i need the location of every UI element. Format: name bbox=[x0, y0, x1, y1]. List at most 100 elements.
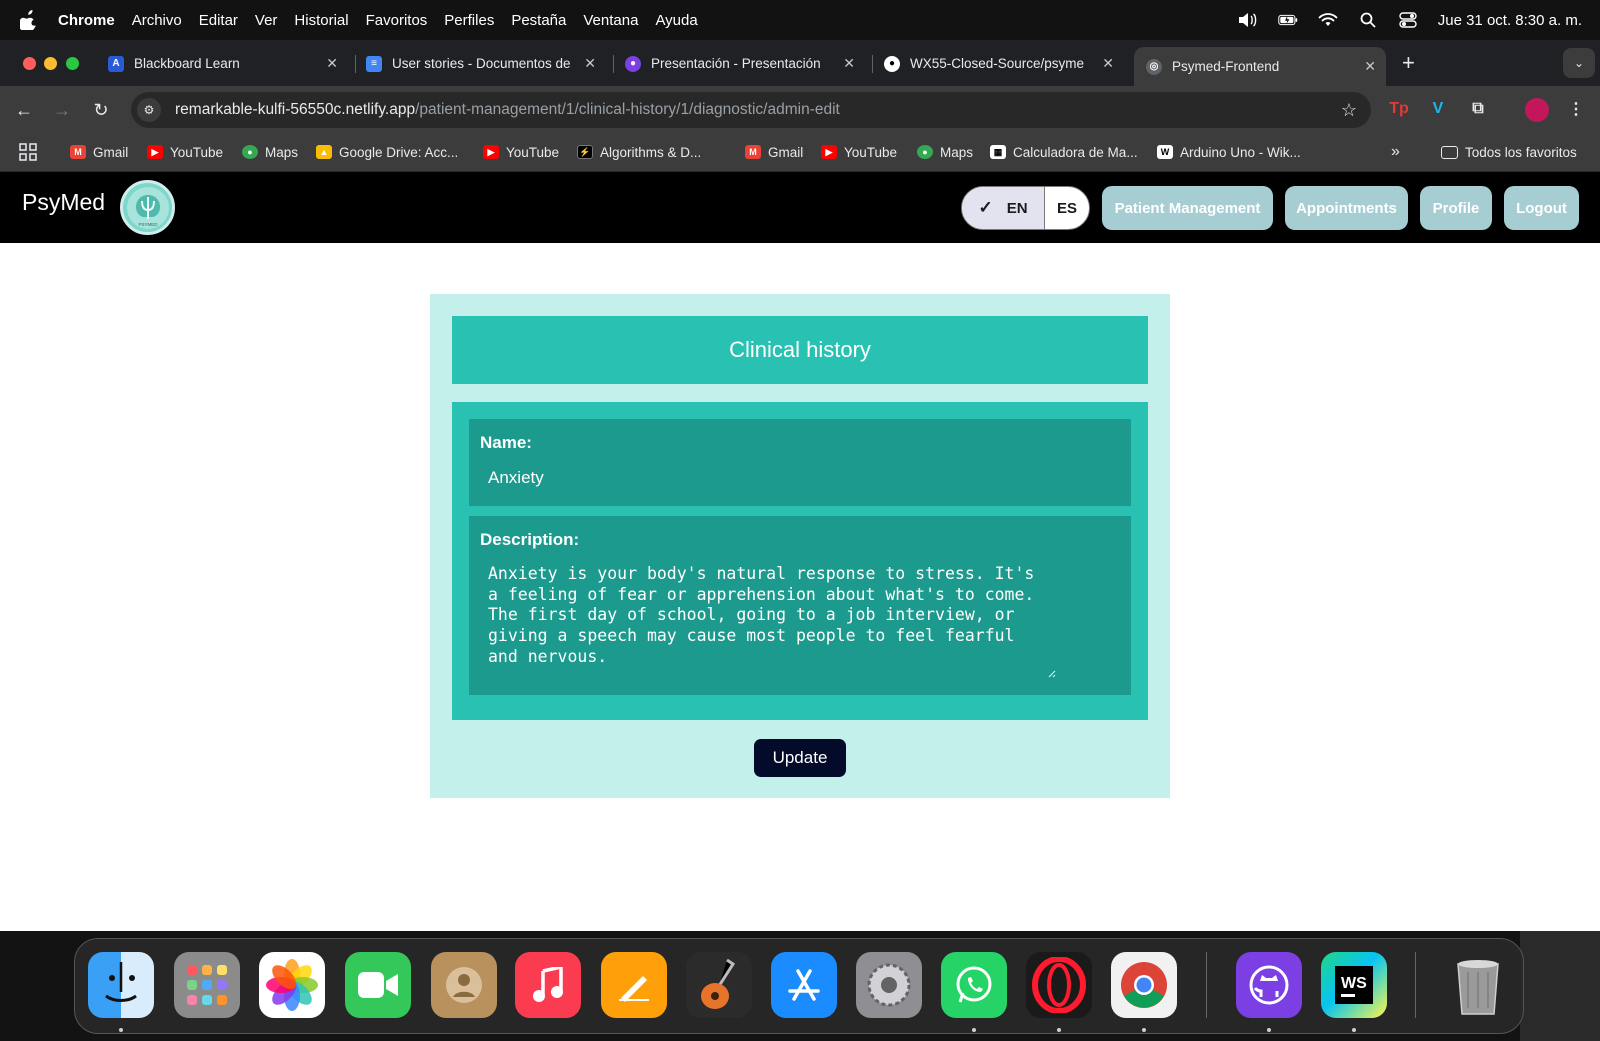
extensions-puzzle-icon[interactable]: ⧉ bbox=[1467, 98, 1489, 120]
bookmark-arduino-wiki[interactable]: W Arduino Uno - Wik... bbox=[1157, 142, 1301, 162]
clinical-history-card: Clinical history Name: Anxiety Descripti… bbox=[430, 294, 1170, 798]
site-settings-icon[interactable]: ⚙ bbox=[137, 98, 161, 122]
close-tab-icon[interactable]: ✕ bbox=[1364, 58, 1376, 75]
whatsapp-icon[interactable] bbox=[941, 952, 1007, 1018]
back-arrow-icon[interactable]: ← bbox=[10, 96, 38, 124]
battery-icon[interactable] bbox=[1278, 12, 1298, 28]
bookmark-calculadora[interactable]: ▦ Calculadora de Ma... bbox=[990, 142, 1138, 162]
bookmark-youtube[interactable]: ▶ YouTube bbox=[147, 142, 223, 162]
bookmark-youtube[interactable]: ▶ YouTube bbox=[483, 142, 559, 162]
menu-ver[interactable]: Ver bbox=[255, 12, 278, 29]
chrome-icon[interactable] bbox=[1111, 952, 1177, 1018]
tab-github-repo[interactable]: ● WX55-Closed-Source/psyme ✕ bbox=[884, 47, 1124, 80]
menu-historial[interactable]: Historial bbox=[294, 12, 348, 29]
contacts-icon[interactable] bbox=[431, 952, 497, 1018]
name-label: Name: bbox=[480, 433, 532, 452]
tab-psymed-frontend[interactable]: ◎ Psymed-Frontend ✕ bbox=[1134, 47, 1386, 86]
forward-arrow-icon[interactable]: → bbox=[48, 96, 76, 124]
menu-perfiles[interactable]: Perfiles bbox=[444, 12, 494, 29]
more-bookmarks-chevron-icon[interactable]: » bbox=[1391, 142, 1400, 162]
lang-option-es[interactable]: ES bbox=[1045, 187, 1089, 229]
close-window-icon[interactable] bbox=[23, 57, 36, 70]
wifi-icon[interactable] bbox=[1318, 12, 1338, 28]
opera-icon[interactable] bbox=[1026, 952, 1092, 1018]
bookmark-youtube[interactable]: ▶ YouTube bbox=[821, 142, 897, 162]
nav-profile-button[interactable]: Profile bbox=[1420, 186, 1492, 230]
facetime-icon[interactable] bbox=[345, 952, 411, 1018]
pages-icon[interactable] bbox=[601, 952, 667, 1018]
tab-user-stories[interactable]: ≡ User stories - Documentos de ✕ bbox=[366, 47, 606, 80]
nav-appointments-button[interactable]: Appointments bbox=[1285, 186, 1408, 230]
profile-avatar[interactable] bbox=[1525, 98, 1549, 122]
bookmark-algorithms[interactable]: ⚡ Algorithms & D... bbox=[577, 142, 701, 162]
psymed-logo[interactable]: PSYMED bbox=[120, 180, 175, 235]
trash-icon[interactable] bbox=[1445, 952, 1511, 1018]
apple-icon[interactable] bbox=[20, 10, 38, 30]
close-tab-icon[interactable]: ✕ bbox=[1102, 55, 1114, 72]
music-icon[interactable] bbox=[515, 952, 581, 1018]
launchpad-icon[interactable] bbox=[174, 952, 240, 1018]
address-bar[interactable]: ⚙ remarkable-kulfi-56550c.netlify.app/pa… bbox=[131, 92, 1371, 128]
clinical-history-title: Clinical history bbox=[452, 316, 1148, 384]
app-store-icon[interactable] bbox=[771, 952, 837, 1018]
youtube-icon: ▶ bbox=[147, 145, 163, 159]
address-url[interactable]: remarkable-kulfi-56550c.netlify.app/pati… bbox=[175, 101, 840, 119]
close-tab-icon[interactable]: ✕ bbox=[326, 55, 338, 72]
github-desktop-icon[interactable] bbox=[1236, 952, 1302, 1018]
apps-grid-icon[interactable] bbox=[19, 142, 37, 162]
menu-ventana[interactable]: Ventana bbox=[583, 12, 638, 29]
tp-extension-icon[interactable]: Tp bbox=[1388, 98, 1410, 120]
tab-blackboard[interactable]: A Blackboard Learn ✕ bbox=[108, 47, 348, 80]
name-input[interactable]: Anxiety bbox=[488, 468, 544, 488]
all-bookmarks-folder[interactable]: Todos los favoritos bbox=[1441, 142, 1577, 162]
webstorm-icon[interactable]: WS bbox=[1321, 952, 1387, 1018]
nav-logout-button[interactable]: Logout bbox=[1504, 186, 1579, 230]
nav-patient-management-button[interactable]: Patient Management bbox=[1102, 186, 1273, 230]
browser-menu-icon[interactable]: ⋮ bbox=[1565, 98, 1587, 120]
algorithms-icon: ⚡ bbox=[577, 145, 593, 159]
menubar-datetime[interactable]: Jue 31 oct. 8:30 a. m. bbox=[1438, 12, 1582, 29]
description-textarea[interactable]: Anxiety is your body's natural response … bbox=[488, 564, 1048, 668]
menu-editar[interactable]: Editar bbox=[199, 12, 238, 29]
spotlight-search-icon[interactable] bbox=[1358, 12, 1378, 28]
tab-presentacion[interactable]: ● Presentación - Presentación ✕ bbox=[625, 47, 865, 80]
maps-icon: ● bbox=[917, 145, 933, 159]
menu-archivo[interactable]: Archivo bbox=[132, 12, 182, 29]
bookmark-gmail[interactable]: M Gmail bbox=[745, 142, 803, 162]
running-indicator bbox=[1352, 1028, 1356, 1032]
bookmark-maps[interactable]: ● Maps bbox=[242, 142, 298, 162]
update-button[interactable]: Update bbox=[754, 739, 846, 777]
menu-ayuda[interactable]: Ayuda bbox=[655, 12, 697, 29]
description-label: Description: bbox=[480, 530, 580, 549]
system-settings-icon[interactable] bbox=[856, 952, 922, 1018]
bookmark-maps[interactable]: ● Maps bbox=[917, 142, 973, 162]
control-center-icon[interactable] bbox=[1398, 12, 1418, 28]
close-tab-icon[interactable]: ✕ bbox=[843, 55, 855, 72]
tab-search-chevron-icon[interactable]: ⌄ bbox=[1563, 48, 1595, 78]
bookmark-google-drive[interactable]: ▲ Google Drive: Acc... bbox=[316, 142, 458, 162]
resize-handle-icon[interactable] bbox=[1046, 668, 1056, 678]
brand-name[interactable]: PsyMed bbox=[22, 189, 105, 216]
menu-pestana[interactable]: Pestaña bbox=[511, 12, 566, 29]
menu-app-name[interactable]: Chrome bbox=[58, 12, 115, 29]
macos-menu-bar: Chrome Archivo Editar Ver Historial Favo… bbox=[0, 0, 1600, 40]
presentation-icon: ● bbox=[625, 55, 641, 72]
running-indicator bbox=[1267, 1028, 1271, 1032]
new-tab-icon[interactable]: + bbox=[1402, 50, 1415, 76]
finder-icon[interactable] bbox=[88, 952, 154, 1018]
bookmark-gmail[interactable]: M Gmail bbox=[70, 142, 128, 162]
photos-icon[interactable] bbox=[259, 952, 325, 1018]
running-indicator bbox=[1057, 1028, 1061, 1032]
volume-icon[interactable] bbox=[1238, 12, 1258, 28]
vimeo-extension-icon[interactable]: V bbox=[1427, 98, 1449, 120]
reload-icon[interactable]: ↻ bbox=[87, 96, 115, 124]
close-tab-icon[interactable]: ✕ bbox=[584, 55, 596, 72]
garageband-icon[interactable] bbox=[686, 952, 752, 1018]
minimize-window-icon[interactable] bbox=[44, 57, 57, 70]
github-icon: ● bbox=[884, 55, 900, 72]
bookmark-star-icon[interactable]: ☆ bbox=[1341, 100, 1357, 121]
brain-psi-icon: PSYMED bbox=[126, 186, 169, 229]
zoom-window-icon[interactable] bbox=[66, 57, 79, 70]
menu-favoritos[interactable]: Favoritos bbox=[366, 12, 428, 29]
lang-option-en[interactable]: ✓ EN bbox=[962, 187, 1045, 229]
